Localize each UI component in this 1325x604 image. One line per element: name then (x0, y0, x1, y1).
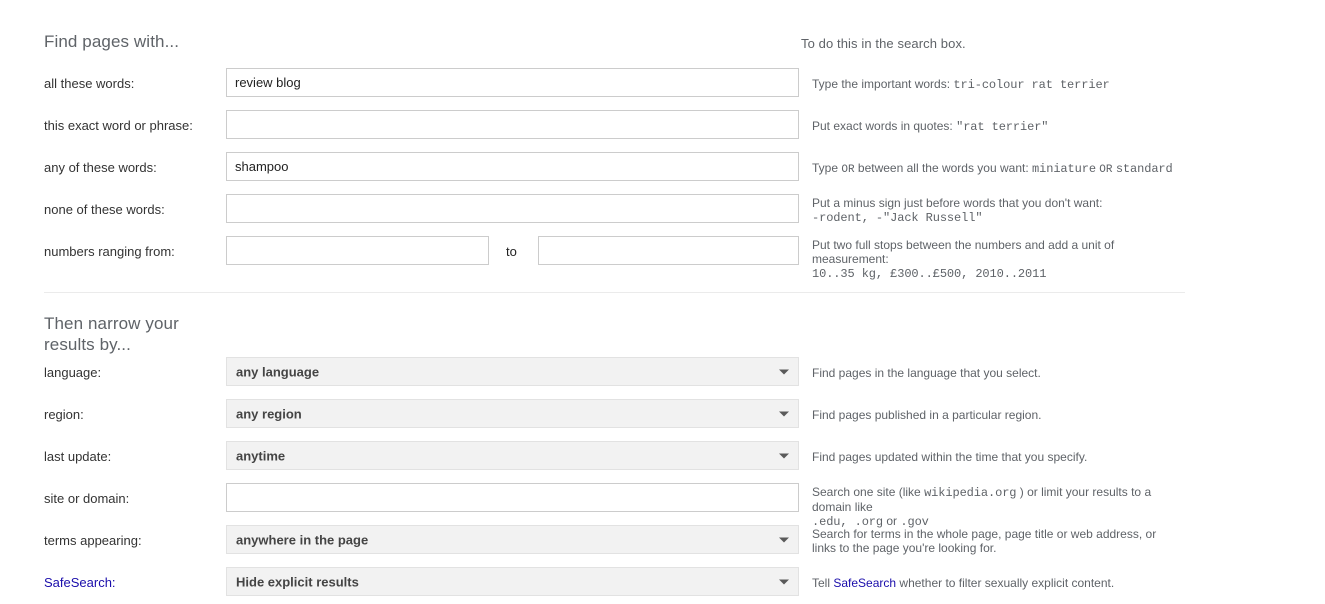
chevron-down-icon (779, 579, 789, 584)
hint-last-update: Find pages updated within the time that … (812, 450, 1192, 464)
hint-text: Find pages published in a particular reg… (812, 408, 1042, 422)
hint-operator-or-2: OR (1099, 164, 1113, 176)
hint-example-mono: 10..35 kg, £300..£500, 2010..2011 (812, 267, 1047, 281)
hint-text: Find pages updated within the time that … (812, 450, 1088, 464)
select-terms-appearing-value: anywhere in the page (236, 532, 369, 547)
input-none-of-these-words[interactable] (226, 194, 799, 223)
select-region[interactable]: any region (226, 399, 799, 428)
select-safesearch[interactable]: Hide explicit results (226, 567, 799, 596)
label-all-these-words: all these words: (44, 76, 135, 91)
hint-text: Search for terms in the whole page, page… (812, 527, 1157, 555)
hint-text: Put a minus sign just before words that … (812, 196, 1103, 210)
label-none-of-these-words: none of these words: (44, 202, 165, 217)
label-numbers-ranging-from: numbers ranging from: (44, 244, 175, 259)
hint-region: Find pages published in a particular reg… (812, 408, 1192, 422)
chevron-down-icon (779, 369, 789, 374)
hint-text-c: or (886, 514, 898, 528)
hint-example-mono-a: wikipedia.org (924, 486, 1017, 500)
hint-text: Find pages in the language that you sele… (812, 366, 1041, 380)
label-safesearch-link[interactable]: SafeSearch: (44, 575, 116, 590)
input-all-these-words[interactable] (226, 68, 799, 97)
advanced-search-page: Find pages with... To do this in the sea… (0, 0, 1325, 604)
numbers-range-to-separator: to (506, 244, 517, 259)
input-site-or-domain[interactable] (226, 483, 799, 512)
hint-example-mono: miniature (1032, 162, 1096, 176)
select-safesearch-value: Hide explicit results (236, 574, 359, 589)
label-terms-appearing: terms appearing: (44, 533, 142, 548)
hint-text-mid: between all the words you want: (857, 161, 1029, 175)
label-region: region: (44, 407, 84, 422)
hint-language: Find pages in the language that you sele… (812, 366, 1192, 380)
hint-site-or-domain: Search one site (like wikipedia.org ) or… (812, 485, 1192, 529)
hint-any-of-these-words: Type OR between all the words you want: … (812, 161, 1192, 177)
select-language[interactable]: any language (226, 357, 799, 386)
chevron-down-icon (779, 537, 789, 542)
hint-text: Type the important words: (812, 77, 951, 91)
hint-all-these-words: Type the important words: tri-colour rat… (812, 77, 1192, 92)
chevron-down-icon (779, 453, 789, 458)
select-language-value: any language (236, 364, 320, 379)
to-do-this-in-search-box-heading: To do this in the search box. (801, 36, 966, 51)
hint-text: Type (812, 161, 839, 175)
hint-text-b: whether to filter sexually explicit cont… (899, 576, 1115, 590)
input-exact-word-or-phrase[interactable] (226, 110, 799, 139)
hint-text-a: Search one site (like (812, 485, 921, 499)
then-narrow-results-heading: Then narrow your results by... (44, 314, 179, 354)
hint-text: Put two full stops between the numbers a… (812, 238, 1115, 266)
hint-example-mono: tri-colour rat terrier (953, 78, 1110, 92)
input-numbers-range-to[interactable] (538, 236, 799, 265)
label-site-or-domain: site or domain: (44, 491, 130, 506)
hint-numbers-ranging-from: Put two full stops between the numbers a… (812, 238, 1192, 281)
chevron-down-icon (779, 411, 789, 416)
input-numbers-range-from[interactable] (226, 236, 489, 265)
input-any-of-these-words[interactable] (226, 152, 799, 181)
select-region-value: any region (236, 406, 302, 421)
hint-terms-appearing: Search for terms in the whole page, page… (812, 527, 1180, 555)
hint-safesearch: Tell SafeSearch whether to filter sexual… (812, 576, 1192, 590)
select-last-update-value: anytime (236, 448, 286, 463)
hint-text: Put exact words in quotes: (812, 119, 953, 133)
label-language: language: (44, 365, 102, 380)
find-pages-with-heading: Find pages with... (44, 32, 180, 51)
hint-example-mono: "rat terrier" (956, 120, 1049, 134)
hint-none-of-these-words: Put a minus sign just before words that … (812, 196, 1192, 225)
hint-exact-word-or-phrase: Put exact words in quotes: "rat terrier" (812, 119, 1192, 134)
hint-example-mono-2: standard (1115, 162, 1173, 176)
hint-example-mono: -rodent, -"Jack Russell" (812, 211, 983, 225)
section-divider (44, 292, 1185, 293)
label-exact-word-or-phrase: this exact word or phrase: (44, 118, 193, 133)
label-last-update: last update: (44, 449, 112, 464)
hint-operator-or: OR (841, 164, 855, 176)
select-last-update[interactable]: anytime (226, 441, 799, 470)
label-any-of-these-words: any of these words: (44, 160, 157, 175)
hint-text-a: Tell (812, 576, 831, 590)
hint-safesearch-link[interactable]: SafeSearch (833, 576, 896, 590)
select-terms-appearing[interactable]: anywhere in the page (226, 525, 799, 554)
